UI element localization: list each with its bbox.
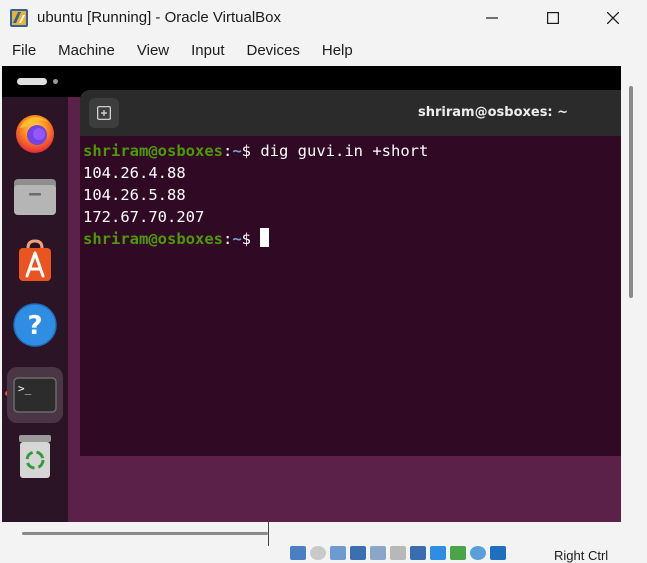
firefox-icon bbox=[16, 115, 54, 153]
menu-view[interactable]: View bbox=[125, 42, 179, 59]
status-separator bbox=[268, 522, 269, 546]
prompt-symbol: $ bbox=[241, 142, 261, 160]
close-icon bbox=[607, 12, 619, 24]
svg-text:?: ? bbox=[27, 311, 42, 341]
dock: ? >_ bbox=[2, 97, 68, 522]
output-line: 104.26.5.88 bbox=[83, 186, 186, 204]
mouse-integration-icon[interactable] bbox=[470, 545, 486, 560]
terminal-window[interactable]: shriram@osboxes: ~ shriram@osboxes:~$ di… bbox=[80, 90, 621, 456]
new-tab-button[interactable] bbox=[89, 98, 119, 128]
output-line: 172.67.70.207 bbox=[83, 208, 205, 226]
title-bar: ubuntu [Running] - Oracle VirtualBox bbox=[0, 0, 647, 36]
menu-file[interactable]: File bbox=[0, 42, 46, 59]
workspace-indicator[interactable] bbox=[53, 79, 58, 84]
svg-text:>_: >_ bbox=[18, 382, 32, 395]
close-button[interactable] bbox=[590, 0, 636, 36]
prompt-separator: : bbox=[222, 230, 233, 248]
menu-machine[interactable]: Machine bbox=[46, 42, 125, 59]
trash-icon bbox=[19, 435, 51, 478]
terminal-output[interactable]: shriram@osboxes:~$ dig guvi.in +short 104… bbox=[83, 140, 428, 250]
vm-status-bar bbox=[290, 545, 506, 560]
help-icon: ? bbox=[13, 303, 57, 347]
audio-icon[interactable] bbox=[330, 545, 346, 560]
minimize-icon bbox=[486, 17, 498, 19]
dock-files[interactable] bbox=[11, 173, 59, 221]
menu-input[interactable]: Input bbox=[179, 42, 234, 59]
vertical-scrollbar[interactable] bbox=[629, 86, 633, 298]
workspace-indicator-active[interactable] bbox=[17, 78, 47, 85]
files-icon bbox=[14, 179, 56, 215]
command-line: shriram@osboxes:~$ dig guvi.in +short bbox=[83, 140, 428, 162]
dock-app-center[interactable] bbox=[11, 237, 59, 285]
text-cursor bbox=[260, 228, 270, 247]
prompt-separator: : bbox=[222, 142, 233, 160]
output-line: 104.26.4.88 bbox=[83, 164, 186, 182]
menu-devices[interactable]: Devices bbox=[235, 42, 310, 59]
keyboard-icon[interactable] bbox=[490, 545, 506, 560]
terminal-header-bar: shriram@osboxes: ~ bbox=[80, 90, 621, 136]
prompt-user: shriram@osboxes bbox=[83, 230, 223, 248]
menu-bar: File Machine View Input Devices Help bbox=[0, 36, 647, 64]
dock-help[interactable]: ? bbox=[11, 301, 59, 349]
terminal-icon: >_ bbox=[13, 377, 57, 413]
optical-drive-icon[interactable] bbox=[310, 545, 326, 560]
dock-firefox[interactable] bbox=[11, 109, 59, 157]
prompt-symbol: $ bbox=[241, 230, 261, 248]
dock-terminal[interactable]: >_ bbox=[7, 367, 63, 423]
host-key-label: Right Ctrl bbox=[554, 548, 609, 563]
terminal-title: shriram@osboxes: ~ bbox=[418, 105, 569, 120]
usb-icon[interactable] bbox=[370, 545, 386, 560]
virtualbox-app-icon bbox=[9, 8, 29, 28]
app-center-icon bbox=[19, 239, 51, 281]
prompt-path: ~ bbox=[232, 230, 242, 248]
hard-disk-icon[interactable] bbox=[290, 545, 306, 560]
prompt-path: ~ bbox=[232, 142, 242, 160]
maximize-icon bbox=[547, 12, 559, 24]
menu-help[interactable]: Help bbox=[310, 42, 363, 59]
dock-trash[interactable] bbox=[11, 433, 59, 481]
network-icon[interactable] bbox=[350, 545, 366, 560]
minimize-button[interactable] bbox=[469, 0, 515, 36]
window-title: ubuntu [Running] - Oracle VirtualBox bbox=[37, 9, 282, 26]
recording-icon[interactable] bbox=[430, 545, 446, 560]
shared-folders-icon[interactable] bbox=[390, 545, 406, 560]
display-icon[interactable] bbox=[410, 545, 426, 560]
prompt-user: shriram@osboxes bbox=[83, 142, 223, 160]
command-text: dig guvi.in +short bbox=[260, 142, 429, 160]
current-prompt-line: shriram@osboxes:~$ bbox=[83, 228, 428, 250]
maximize-button[interactable] bbox=[530, 0, 576, 36]
new-tab-icon bbox=[97, 106, 111, 120]
cpu-icon[interactable] bbox=[450, 545, 466, 560]
horizontal-scrollbar[interactable] bbox=[22, 532, 268, 535]
